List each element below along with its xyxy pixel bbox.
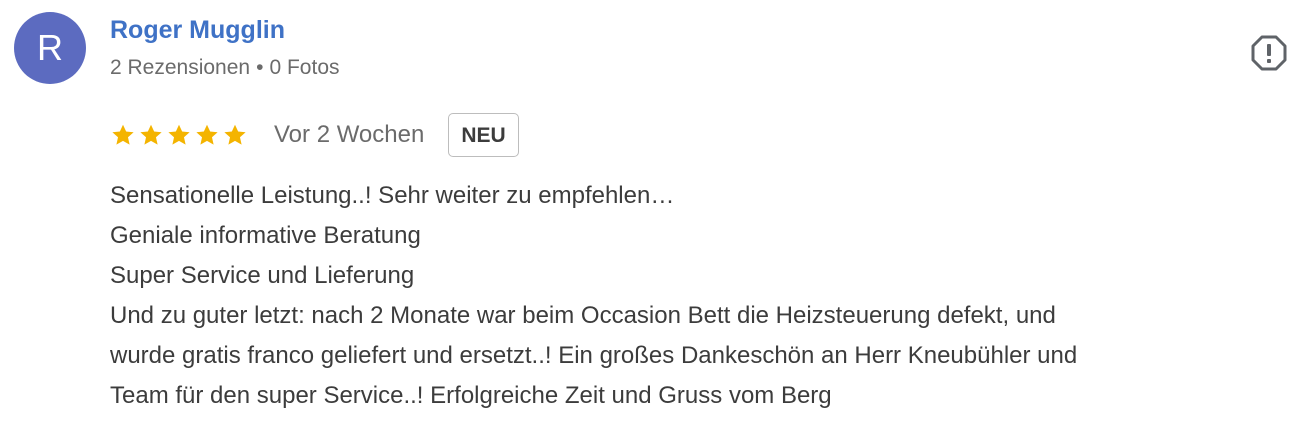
star-icon bbox=[140, 124, 162, 145]
avatar[interactable]: R bbox=[14, 12, 86, 84]
review-text-line: Geniale informative Beratung bbox=[110, 222, 421, 249]
star-icon bbox=[224, 124, 246, 145]
rating-row: Vor 2 Wochen NEU bbox=[110, 112, 519, 158]
photos-count: 0 Fotos bbox=[269, 56, 340, 79]
star-rating bbox=[110, 122, 248, 148]
report-icon bbox=[1251, 35, 1287, 71]
review-text-line: Und zu guter letzt: nach 2 Monate war be… bbox=[110, 302, 1056, 329]
star-icon bbox=[196, 124, 218, 145]
review-text-line: wurde gratis franco geliefert und ersetz… bbox=[110, 342, 1078, 369]
review-text-line: Sensationelle Leistung..! Sehr weiter zu… bbox=[110, 182, 675, 209]
meta-separator: • bbox=[256, 56, 264, 79]
new-badge: NEU bbox=[448, 113, 519, 157]
author-name-link[interactable]: Roger Mugglin bbox=[110, 16, 285, 45]
review-text-line: Team für den super Service..! Erfolgreic… bbox=[110, 382, 832, 409]
reviews-count: 2 Rezensionen bbox=[110, 56, 251, 79]
review-text: Sensationelle Leistung..! Sehr weiter zu… bbox=[110, 176, 1280, 416]
review-card: R Roger Mugglin 2 Rezensionen • 0 Fotos Vo… bbox=[0, 0, 1306, 428]
review-text-line: Super Service und Lieferung bbox=[110, 262, 415, 289]
review-date: Vor 2 Wochen bbox=[274, 121, 425, 148]
author-meta: 2 Rezensionen • 0 Fotos bbox=[110, 56, 340, 80]
report-button[interactable] bbox=[1250, 34, 1288, 72]
star-icon bbox=[112, 124, 134, 145]
star-icon bbox=[168, 124, 190, 145]
